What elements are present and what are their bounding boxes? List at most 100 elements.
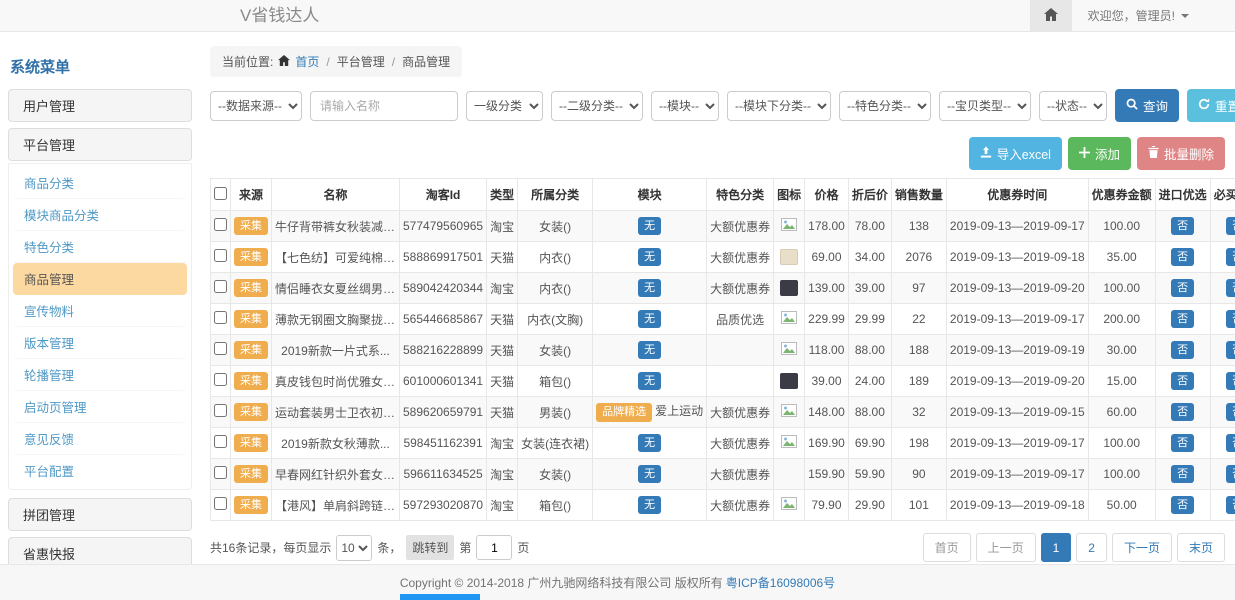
filter-module[interactable]: --模块-- [651,91,719,121]
sidebar-item-特色分类[interactable]: 特色分类 [13,231,187,263]
page-footer: Copyright © 2014-2018 广州九驰网络科技有限公司 版权所有 … [0,564,1235,600]
search-button[interactable]: 查询 [1115,89,1179,122]
row-checkbox[interactable] [214,497,227,510]
source-badge[interactable]: 采集 [234,310,268,328]
import-select-badge[interactable]: 否 [1171,372,1194,390]
page: V省钱达人 欢迎您，管理员! 系统菜单 用户管理平台管理商品分类模块商品分类特色… [0,0,1235,600]
module-badge[interactable]: 无 [638,341,661,359]
source-badge[interactable]: 采集 [234,372,268,390]
module-badge[interactable]: 无 [638,279,661,297]
must-buy-badge[interactable]: 否 [1226,403,1235,421]
filter-level2-category[interactable]: --二级分类-- [551,91,643,121]
home-button[interactable] [1030,0,1072,31]
module-badge[interactable]: 无 [638,310,661,328]
breadcrumb-home-link[interactable]: 首页 [295,53,319,70]
sidebar-item-启动页管理[interactable]: 启动页管理 [13,391,187,423]
page-number-input[interactable] [476,535,512,560]
pager-button-下一页[interactable]: 下一页 [1112,533,1172,562]
import-select-badge[interactable]: 否 [1171,248,1194,266]
import-select-badge[interactable]: 否 [1171,217,1194,235]
sidebar-item-商品管理[interactable]: 商品管理 [13,263,187,295]
row-checkbox[interactable] [214,249,227,262]
row-checkbox[interactable] [214,280,227,293]
product-type: 淘宝 [487,273,518,304]
import-select-badge[interactable]: 否 [1171,434,1194,452]
module-badge[interactable]: 无 [638,434,661,452]
filter-status[interactable]: --状态-- [1039,91,1107,121]
user-menu[interactable]: 欢迎您，管理员! [1072,0,1235,31]
source-badge[interactable]: 采集 [234,403,268,421]
feature-category: 品质优选 [707,304,774,335]
must-buy-badge[interactable]: 否 [1226,248,1235,266]
must-buy-badge[interactable]: 否 [1226,496,1235,514]
row-checkbox[interactable] [214,435,227,448]
filter-module-subcategory[interactable]: --模块下分类-- [727,91,831,121]
module-badge[interactable]: 无 [638,496,661,514]
pager-button-上一页[interactable]: 上一页 [976,533,1036,562]
filter-data-source[interactable]: --数据来源-- [210,91,302,121]
breadcrumb-separator: / [324,55,331,69]
row-checkbox[interactable] [214,342,227,355]
filter-level1-category[interactable]: 一级分类 [466,91,543,121]
must-buy-badge[interactable]: 否 [1226,341,1235,359]
must-buy-badge[interactable]: 否 [1226,465,1235,483]
filter-feature-category[interactable]: --特色分类-- [839,91,931,121]
pager-button-末页[interactable]: 末页 [1177,533,1225,562]
row-checkbox[interactable] [214,218,227,231]
sales-count: 32 [891,397,946,428]
must-buy-badge[interactable]: 否 [1226,372,1235,390]
must-buy-badge[interactable]: 否 [1226,279,1235,297]
sidebar-item-模块商品分类[interactable]: 模块商品分类 [13,199,187,231]
source-badge[interactable]: 采集 [234,217,268,235]
source-badge[interactable]: 采集 [234,279,268,297]
reset-button[interactable]: 重置 [1187,89,1235,122]
table-cell: 采集 [231,397,272,428]
table-cell [774,366,805,397]
source-badge[interactable]: 采集 [234,496,268,514]
icp-link[interactable]: 粤ICP备16098006号 [726,574,835,591]
source-badge[interactable]: 采集 [234,248,268,266]
row-checkbox[interactable] [214,373,227,386]
name-input[interactable] [310,91,458,121]
sidebar-item-商品分类[interactable]: 商品分类 [13,167,187,199]
module-badge[interactable]: 品牌精选 [596,403,652,421]
sidebar-section-拼团管理[interactable]: 拼团管理 [8,498,192,531]
import-excel-button[interactable]: 导入excel [969,137,1062,170]
pager-button-2[interactable]: 2 [1076,533,1107,562]
sidebar-item-轮播管理[interactable]: 轮播管理 [13,359,187,391]
batch-delete-button[interactable]: 批量删除 [1137,137,1225,170]
import-select-badge[interactable]: 否 [1171,403,1194,421]
sidebar-item-宣传物料[interactable]: 宣传物料 [13,295,187,327]
module-badge[interactable]: 无 [638,465,661,483]
per-page-select[interactable]: 10 [336,535,372,561]
sidebar-item-意见反馈[interactable]: 意见反馈 [13,423,187,455]
row-checkbox[interactable] [214,311,227,324]
must-buy-badge[interactable]: 否 [1226,217,1235,235]
source-badge[interactable]: 采集 [234,434,268,452]
table-cell: 品牌精选爱上运动 [593,397,707,428]
pager-button-首页[interactable]: 首页 [923,533,971,562]
sidebar-section-平台管理[interactable]: 平台管理 [8,128,192,161]
import-select-badge[interactable]: 否 [1171,496,1194,514]
row-checkbox[interactable] [214,404,227,417]
pager-button-1[interactable]: 1 [1041,533,1072,562]
module-badge[interactable]: 无 [638,372,661,390]
must-buy-badge[interactable]: 否 [1226,434,1235,452]
sidebar-section-用户管理[interactable]: 用户管理 [8,89,192,122]
must-buy-badge[interactable]: 否 [1226,310,1235,328]
module-badge[interactable]: 无 [638,217,661,235]
breadcrumb-label: 当前位置: [222,53,273,70]
import-select-badge[interactable]: 否 [1171,310,1194,328]
module-badge[interactable]: 无 [638,248,661,266]
import-select-badge[interactable]: 否 [1171,465,1194,483]
import-select-badge[interactable]: 否 [1171,279,1194,297]
import-select-badge[interactable]: 否 [1171,341,1194,359]
add-button[interactable]: 添加 [1068,137,1131,170]
source-badge[interactable]: 采集 [234,341,268,359]
select-all-checkbox[interactable] [214,187,227,200]
sidebar-item-平台配置[interactable]: 平台配置 [13,455,187,486]
filter-item-type[interactable]: --宝贝类型-- [939,91,1031,121]
source-badge[interactable]: 采集 [234,465,268,483]
row-checkbox[interactable] [214,466,227,479]
sidebar-item-版本管理[interactable]: 版本管理 [13,327,187,359]
